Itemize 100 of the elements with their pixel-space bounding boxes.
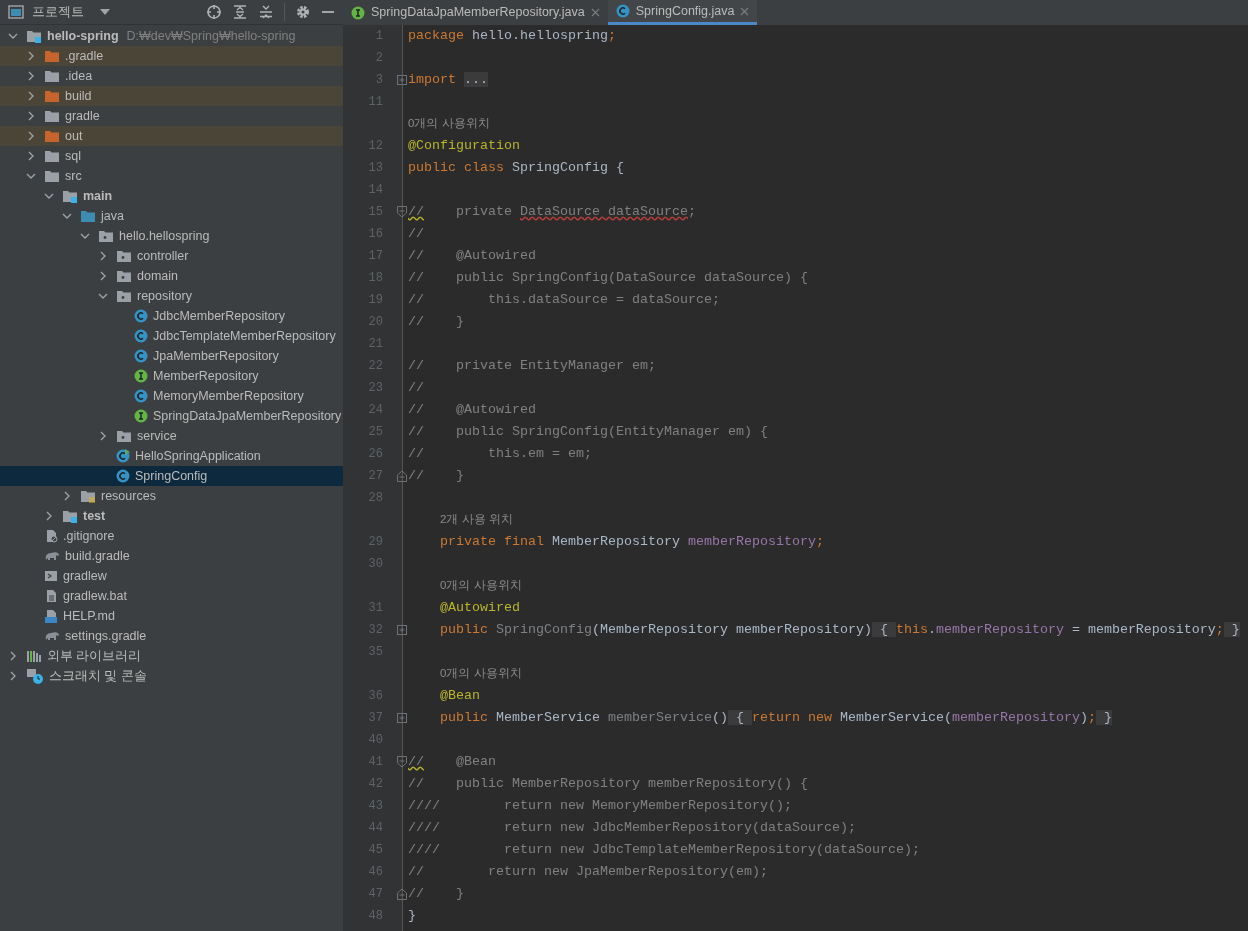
chevron-right-icon[interactable]: [26, 91, 36, 101]
chevron-right-icon[interactable]: [44, 511, 54, 521]
chevron-down-icon[interactable]: [8, 31, 18, 41]
minimize-icon[interactable]: [321, 10, 335, 14]
package-icon: [116, 429, 132, 443]
tree-row[interactable]: MemberRepository: [0, 366, 343, 386]
tree-row[interactable]: SpringDataJpaMemberRepository: [0, 406, 343, 426]
chevron-right-icon[interactable]: [8, 651, 18, 661]
tree-row[interactable]: repository: [0, 286, 343, 306]
code-line: @Autowired: [439, 599, 520, 617]
usage-hint[interactable]: 0개의 사용위치: [408, 115, 490, 133]
module-folder-icon: [62, 509, 78, 523]
class-icon: [116, 449, 130, 463]
fold-collapse-icon[interactable]: [397, 756, 407, 768]
code-line: // public SpringConfig(EntityManager em) {: [408, 423, 768, 441]
settings-icon[interactable]: [295, 4, 311, 20]
code-line: // @Autowired: [408, 247, 536, 265]
tree-label: JdbcTemplateMemberRepository: [153, 327, 336, 345]
chevron-right-icon[interactable]: [26, 151, 36, 161]
tree-row[interactable]: gradlew: [0, 566, 343, 586]
tree-row[interactable]: 스크래치 및 콘솔: [0, 666, 343, 686]
tree-label: java: [101, 207, 124, 225]
tree-row[interactable]: JdbcMemberRepository: [0, 306, 343, 326]
tree-row[interactable]: main: [0, 186, 343, 206]
chevron-right-icon[interactable]: [26, 131, 36, 141]
editor-tab[interactable]: SpringConfig.java: [607, 0, 758, 25]
tree-row[interactable]: settings.gradle: [0, 626, 343, 646]
tree-row[interactable]: .gradle: [0, 46, 343, 66]
tree-row[interactable]: src: [0, 166, 343, 186]
fold-expand-icon[interactable]: [397, 713, 407, 723]
chevron-down-icon[interactable]: [98, 291, 108, 301]
usage-hint[interactable]: 2개 사용 위치: [440, 511, 513, 529]
tree-label: MemberRepository: [153, 367, 259, 385]
tree-row[interactable]: SpringConfig: [0, 466, 343, 486]
chevron-down-icon[interactable]: [80, 231, 90, 241]
tree-row[interactable]: hello-spring D:₩dev₩Spring₩hello-spring: [0, 26, 343, 46]
tree-row[interactable]: JdbcTemplateMemberRepository: [0, 326, 343, 346]
tree-label: .gradle: [65, 47, 104, 65]
code-line: // }: [408, 313, 464, 331]
code-line: // @Autowired: [408, 401, 536, 419]
chevron-right-icon[interactable]: [98, 431, 108, 441]
fold-collapse-icon[interactable]: [397, 470, 407, 482]
chevron-down-icon[interactable]: [62, 211, 72, 221]
tree-row[interactable]: HelloSpringApplication: [0, 446, 343, 466]
tree-row[interactable]: MemoryMemberRepository: [0, 386, 343, 406]
fold-collapse-icon[interactable]: [397, 206, 407, 218]
tree-row[interactable]: gradlew.bat: [0, 586, 343, 606]
tree-row[interactable]: build.gradle: [0, 546, 343, 566]
tree-row[interactable]: sql: [0, 146, 343, 166]
panel-title[interactable]: 프로젝트: [32, 2, 84, 22]
code-line: //: [408, 225, 424, 243]
chevron-right-icon[interactable]: [8, 671, 18, 681]
tree-row[interactable]: HELP.md: [0, 606, 343, 626]
package-icon: [116, 249, 132, 263]
folder-icon: [44, 149, 60, 163]
tree-row[interactable]: out: [0, 126, 343, 146]
chevron-right-icon[interactable]: [98, 251, 108, 261]
fold-expand-icon[interactable]: [397, 625, 407, 635]
tree-row[interactable]: resources: [0, 486, 343, 506]
tree-row[interactable]: 외부 라이브러리: [0, 646, 343, 666]
tree-row[interactable]: test: [0, 506, 343, 526]
editor-tab[interactable]: SpringDataJpaMemberRepository.java: [343, 0, 608, 25]
tree-label: hello-spring: [47, 27, 119, 45]
chevron-down-icon[interactable]: [44, 191, 54, 201]
close-icon[interactable]: [590, 8, 600, 17]
tree-row[interactable]: hello.hellospring: [0, 226, 343, 246]
chevron-right-icon[interactable]: [26, 71, 36, 81]
locate-icon[interactable]: [206, 4, 222, 20]
folder-icon: [44, 69, 60, 83]
usage-hint[interactable]: 0개의 사용위치: [440, 577, 522, 595]
tree-row[interactable]: domain: [0, 266, 343, 286]
tree-row[interactable]: .idea: [0, 66, 343, 86]
chevron-right-icon[interactable]: [26, 51, 36, 61]
tree-row[interactable]: gradle: [0, 106, 343, 126]
project-path: D:₩dev₩Spring₩hello-spring: [126, 27, 296, 45]
tree-label: controller: [137, 247, 189, 265]
code-line: //: [408, 379, 424, 397]
code-line: // }: [408, 885, 464, 903]
package-icon: [98, 229, 114, 243]
fold-collapse-icon[interactable]: [397, 888, 407, 900]
tree-row[interactable]: .gitignore: [0, 526, 343, 546]
close-icon[interactable]: [740, 6, 750, 16]
tree-row[interactable]: JpaMemberRepository: [0, 346, 343, 366]
code-line: @Configuration: [408, 137, 520, 155]
code-line: public MemberService memberService() { return new MemberService(memberRepository); }: [439, 709, 1112, 727]
tree-row[interactable]: service: [0, 426, 343, 446]
collapse-all-icon[interactable]: [258, 4, 274, 20]
text-file-icon: [44, 589, 58, 603]
dropdown-caret-icon[interactable]: [100, 9, 110, 15]
expand-all-icon[interactable]: [232, 4, 248, 20]
chevron-right-icon[interactable]: [62, 491, 72, 501]
chevron-right-icon[interactable]: [26, 111, 36, 121]
tree-row[interactable]: build: [0, 86, 343, 106]
usage-hint[interactable]: 0개의 사용위치: [440, 665, 522, 683]
code-line: // return new JpaMemberRepository(em);: [408, 863, 768, 881]
fold-expand-icon[interactable]: [397, 75, 407, 85]
chevron-down-icon[interactable]: [26, 171, 36, 181]
tree-row[interactable]: java: [0, 206, 343, 226]
tree-row[interactable]: controller: [0, 246, 343, 266]
chevron-right-icon[interactable]: [98, 271, 108, 281]
